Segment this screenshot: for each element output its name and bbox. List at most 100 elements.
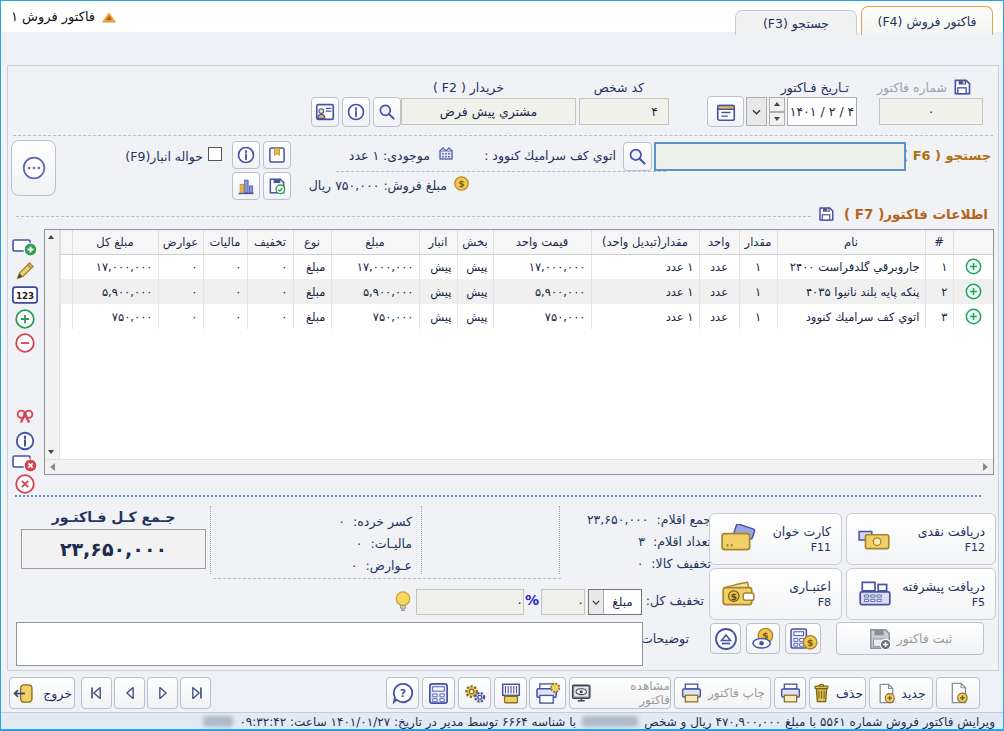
scroll-down-icon[interactable] — [48, 450, 54, 454]
more-options-button[interactable] — [11, 140, 56, 196]
new-invoice-icon-button[interactable] — [936, 677, 980, 709]
add-item-cell[interactable] — [953, 279, 993, 304]
view-invoice-button[interactable]: مشاهده فاکتور — [569, 677, 671, 709]
discount-type-dropdown[interactable]: مبلغ — [588, 589, 642, 615]
search-icon — [377, 102, 397, 122]
info-icon — [12, 430, 38, 452]
invoice-date-field[interactable]: ۱۴۰۱ / ۲ / ۴ — [787, 97, 857, 126]
barcode-print-button[interactable] — [494, 677, 527, 709]
customer-info-button[interactable] — [311, 97, 339, 127]
dropdown-arrow[interactable] — [589, 590, 604, 614]
exit-button[interactable]: خروج — [9, 677, 75, 709]
delete-button[interactable]: حذف — [809, 677, 866, 709]
bookmark-button[interactable] — [263, 141, 291, 169]
calculator-button[interactable] — [422, 677, 455, 709]
spin-up-button[interactable] — [769, 97, 785, 112]
item-discount-value: ۰ — [637, 556, 644, 571]
eject-button[interactable] — [710, 623, 741, 654]
quick-print-button[interactable] — [774, 677, 806, 709]
item-info-button[interactable] — [232, 141, 260, 169]
nav-last-button[interactable] — [180, 677, 211, 709]
buyer-search-button[interactable] — [373, 97, 401, 127]
count-items-label: تعداد اقلام: — [653, 534, 711, 549]
tab-search[interactable]: جستجو (F3) — [735, 10, 857, 35]
printer-settings-button[interactable] — [529, 677, 566, 709]
invoice-number-field[interactable]: ۰ — [879, 98, 983, 125]
nav-next-button[interactable] — [147, 677, 178, 709]
calculate-button[interactable]: $ — [785, 623, 821, 654]
invoice-info-title: اطلاعات فاکتور( F7 ) — [844, 206, 988, 222]
sum-items-value: ۲۳,۶۵۰,۰۰۰ — [587, 512, 649, 527]
count-items-row: تعداد اقلام:۳ — [638, 534, 711, 549]
scroll-up-icon[interactable] — [48, 235, 54, 239]
svg-text:?: ? — [399, 687, 405, 700]
row-plus-icon[interactable] — [965, 283, 982, 300]
scroll-left-icon[interactable] — [50, 463, 55, 471]
person-code-field[interactable]: ۴ — [579, 98, 669, 125]
save-invoice-info-icon[interactable] — [816, 205, 836, 223]
print-invoice-button[interactable]: چاپ فاکتور — [674, 677, 771, 709]
fraction-row: کسر خرده:۰ — [338, 514, 412, 529]
item-search-button[interactable] — [623, 142, 652, 171]
date-spinner[interactable] — [769, 97, 785, 126]
first-record-icon — [88, 684, 106, 702]
table-row[interactable]: ۱جاروبرقي گلدفراست ۲۴۰۰۱عدد۱ عدد۱۷,۰۰۰,۰… — [61, 254, 994, 279]
separator — [16, 216, 811, 217]
payment-card-reader-button[interactable]: کارت خوانF11 — [709, 513, 842, 565]
edit-button[interactable] — [11, 259, 39, 283]
nav-first-button[interactable] — [81, 677, 112, 709]
cell: ۰ — [247, 304, 293, 329]
table-row[interactable]: ۳اتوي كف سراميك كنوود۱عدد۱ عدد۷۵۰,۰۰۰پیش… — [61, 304, 994, 329]
gift-button[interactable] — [11, 405, 39, 429]
spin-down-button[interactable] — [769, 112, 785, 127]
item-search-input[interactable] — [654, 142, 906, 171]
horizontal-scrollbar[interactable] — [45, 459, 993, 474]
eye-dollar-icon: $ — [750, 627, 777, 650]
save-invoice-icon[interactable] — [951, 77, 973, 97]
add-row-button[interactable] — [11, 235, 39, 259]
nav-prev-button[interactable] — [114, 677, 145, 709]
splitter[interactable] — [15, 495, 981, 497]
warehouse-receipt-checkbox[interactable] — [208, 147, 222, 161]
page-plus-icon — [948, 681, 969, 705]
column-header: مالیات — [203, 230, 247, 254]
info-button[interactable] — [11, 429, 39, 453]
vertical-scrollbar[interactable] — [45, 230, 60, 459]
discount-amount-field[interactable]: ۰ — [416, 589, 524, 615]
view-price-button[interactable]: $ — [746, 623, 780, 654]
column-header-filler — [61, 230, 73, 254]
duties-label: عـوارض: — [366, 558, 412, 573]
discount-percent-field[interactable]: ۰ — [541, 589, 585, 615]
table-row[interactable]: ۲پنكه پايه بلند نانيوا ۴۰۳۵۱عدد۱ عدد۵,۹۰… — [61, 279, 994, 304]
person-code-value: ۴ — [651, 104, 658, 119]
cancel-button[interactable] — [11, 472, 39, 496]
scroll-right-icon[interactable] — [983, 463, 988, 471]
tax-value: ۰ — [356, 536, 363, 551]
cell: ۷۵۰,۰۰۰ — [72, 304, 158, 329]
date-dropdown-button[interactable] — [746, 97, 767, 126]
submit-invoice-button[interactable]: ثبت فاکتور — [836, 622, 984, 655]
decrease-button[interactable] — [11, 331, 39, 355]
increase-button[interactable] — [11, 307, 39, 331]
tab-sale-invoice[interactable]: فاکتور فروش (F4) — [861, 6, 993, 35]
number-entry-button[interactable]: 123 — [11, 283, 39, 307]
row-plus-icon[interactable] — [965, 308, 982, 325]
cell: ۷۵۰,۰۰۰ — [331, 304, 419, 329]
new-button[interactable]: جدید — [869, 677, 933, 709]
add-item-cell[interactable] — [953, 304, 993, 329]
chart-button[interactable] — [232, 172, 260, 200]
help-button[interactable]: ? — [386, 677, 419, 709]
payment-advanced-receive-button[interactable]: دریافت پیشرفتهF5 — [846, 568, 996, 620]
row-plus-icon[interactable] — [965, 258, 982, 275]
add-item-cell[interactable] — [953, 254, 993, 279]
settings-button[interactable] — [458, 677, 491, 709]
buyer-field[interactable]: مشتري پيش فرض — [401, 98, 576, 125]
payment-credit-button[interactable]: $اعتبـاریF8 — [709, 568, 842, 620]
chevron-down-icon — [752, 109, 761, 115]
calendar-button[interactable] — [707, 96, 744, 127]
save-check-button[interactable] — [263, 172, 291, 200]
buyer-info-button[interactable] — [342, 97, 370, 127]
payment-cash-receive-button[interactable]: دریافت نقدیF12 — [846, 513, 996, 565]
notes-textarea[interactable] — [16, 622, 643, 666]
cell: پیش — [419, 304, 457, 329]
